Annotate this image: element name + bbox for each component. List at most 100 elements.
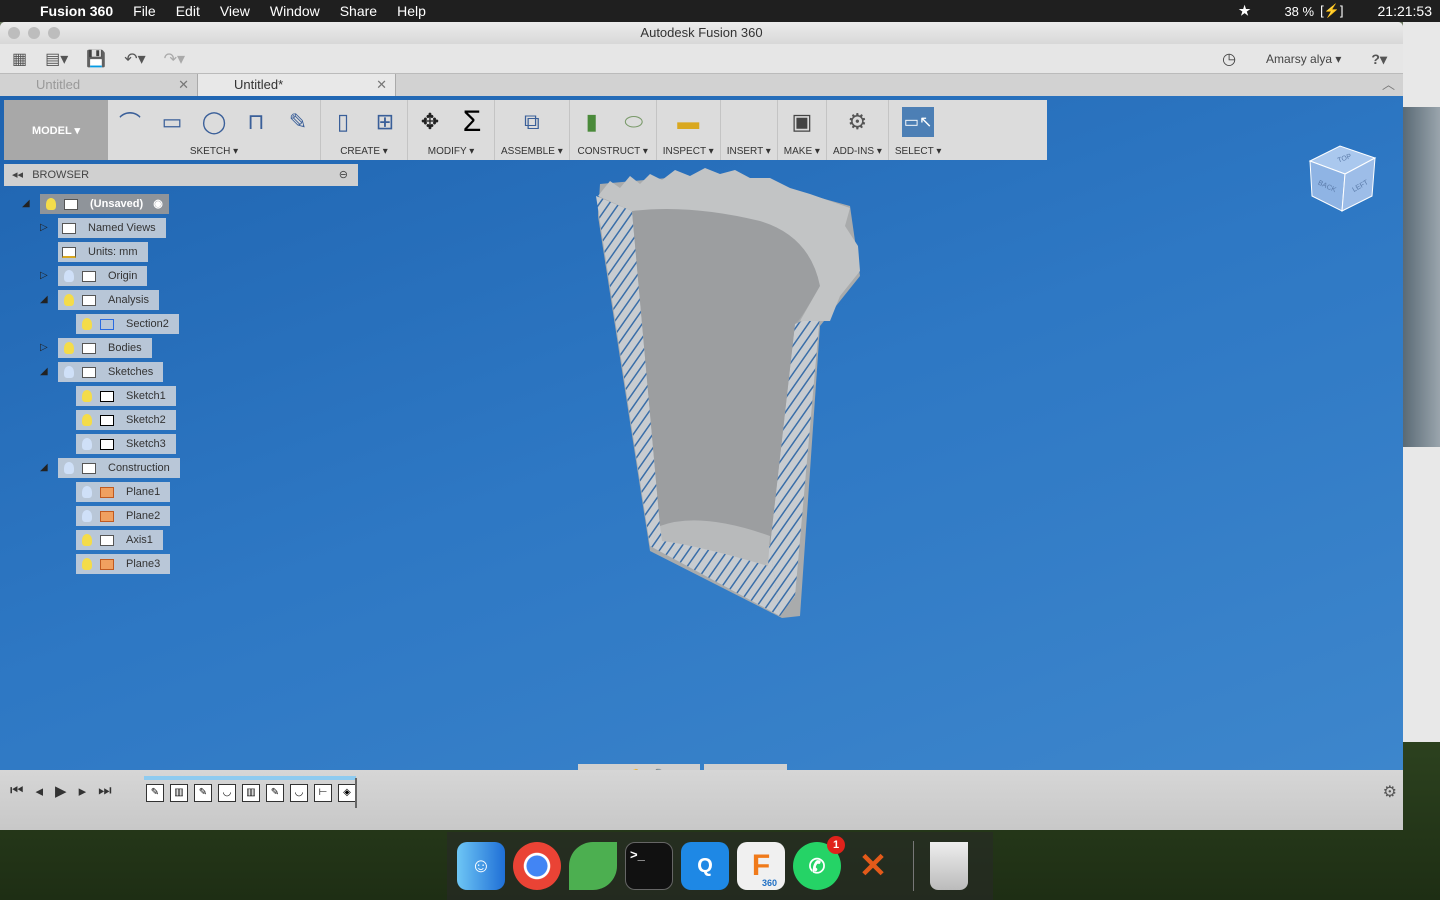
- go-to-start-icon[interactable]: ⏮: [10, 782, 24, 800]
- visibility-bulb-icon[interactable]: [82, 486, 92, 498]
- help-icon[interactable]: ?▾: [1371, 51, 1387, 68]
- select-group[interactable]: ▭↖ SELECT ▾: [889, 100, 948, 160]
- timeline-axis-icon[interactable]: ⊢: [314, 784, 332, 802]
- timeline-revolve-icon[interactable]: ◡: [218, 784, 236, 802]
- inspect-menu[interactable]: INSPECT ▾: [663, 146, 714, 157]
- tree-construction[interactable]: Construction: [58, 458, 180, 478]
- collapse-browser-icon[interactable]: ⊖: [339, 164, 348, 186]
- tab-untitled[interactable]: Untitled ✕: [0, 74, 198, 96]
- tree-named-views[interactable]: Named Views: [58, 218, 166, 238]
- tree-bodies[interactable]: Bodies: [58, 338, 152, 358]
- data-panel-grid-icon[interactable]: ▦: [12, 49, 27, 69]
- tab-untitled-active[interactable]: Untitled* ✕: [198, 74, 396, 96]
- 3d-print-icon[interactable]: ▣: [786, 107, 818, 137]
- construct-menu[interactable]: CONSTRUCT ▾: [578, 146, 648, 157]
- chrome-icon[interactable]: [513, 842, 561, 890]
- timeline-sketch-icon[interactable]: ✎: [266, 784, 284, 802]
- tree-units[interactable]: Units: mm: [58, 242, 148, 262]
- sketch-group[interactable]: ⌒ ▭ ◯ ⊓ ✎ SKETCH ▾: [108, 100, 321, 160]
- sigma-icon[interactable]: Σ: [456, 105, 488, 138]
- measure-icon[interactable]: ▬: [672, 107, 704, 137]
- tree-analysis[interactable]: Analysis: [58, 290, 159, 310]
- q-app-icon[interactable]: Q: [681, 842, 729, 890]
- user-menu[interactable]: Amarsy alya ▾: [1266, 52, 1341, 66]
- visibility-bulb-icon[interactable]: [64, 366, 74, 378]
- timeline-sketch-icon[interactable]: ✎: [146, 784, 164, 802]
- collapse-triangle-icon[interactable]: ◢: [40, 366, 48, 377]
- expand-triangle-icon[interactable]: ▷: [40, 222, 48, 233]
- battery-icon[interactable]: [⚡]: [1320, 3, 1343, 19]
- offset-icon[interactable]: ⊓: [240, 107, 272, 137]
- save-icon[interactable]: 💾: [86, 49, 106, 69]
- file-menu-icon[interactable]: ▤▾: [45, 49, 68, 69]
- scripts-icon[interactable]: ⚙: [841, 107, 873, 137]
- tree-plane3[interactable]: Plane3: [76, 554, 171, 574]
- offset-plane-icon[interactable]: ▮: [576, 107, 608, 137]
- rectangle-icon[interactable]: ▭: [156, 107, 188, 137]
- go-to-end-icon[interactable]: ⏭: [98, 782, 112, 800]
- menu-view[interactable]: View: [220, 3, 250, 19]
- modify-menu[interactable]: MODIFY ▾: [428, 146, 475, 157]
- whatsapp-icon[interactable]: ✆ 1: [793, 836, 845, 890]
- timeline-sketch-icon[interactable]: ✎: [194, 784, 212, 802]
- menu-help[interactable]: Help: [397, 3, 426, 19]
- addins-group[interactable]: ⚙ ADD-INS ▾: [827, 100, 889, 160]
- visibility-bulb-icon[interactable]: [64, 342, 74, 354]
- redo-icon[interactable]: ↷▾: [164, 49, 185, 69]
- finder-icon[interactable]: ☺: [457, 842, 505, 890]
- timeline-plane-icon[interactable]: ▥: [170, 784, 188, 802]
- timeline-settings-gear-icon[interactable]: ⚙: [1383, 782, 1397, 802]
- visibility-bulb-icon[interactable]: [82, 438, 92, 450]
- insert-menu[interactable]: INSERT ▾: [727, 146, 771, 157]
- expand-triangle-icon[interactable]: ▷: [40, 270, 48, 281]
- terminal-icon[interactable]: >_: [625, 842, 673, 890]
- extrude-icon[interactable]: ▯: [327, 107, 359, 137]
- viewcube[interactable]: TOP BACK LEFT: [1300, 136, 1390, 226]
- zoom-button[interactable]: [48, 27, 60, 39]
- line-icon[interactable]: ⌒: [114, 107, 146, 137]
- undo-icon[interactable]: ↶▾: [124, 49, 145, 69]
- leaf-app-icon[interactable]: [569, 842, 617, 890]
- make-group[interactable]: ▣ MAKE ▾: [778, 100, 827, 160]
- construct-group[interactable]: ▮ ⬭ CONSTRUCT ▾: [570, 100, 657, 160]
- minimize-button[interactable]: [28, 27, 40, 39]
- timeline-marker[interactable]: [355, 778, 357, 808]
- tree-root[interactable]: (Unsaved) ◉: [40, 194, 169, 214]
- visibility-bulb-icon[interactable]: [64, 462, 74, 474]
- play-icon[interactable]: ▶: [55, 782, 67, 800]
- visibility-bulb-icon[interactable]: [46, 198, 56, 210]
- timeline-revolve-icon[interactable]: ◡: [290, 784, 308, 802]
- close-window-button[interactable]: [8, 27, 20, 39]
- tree-sketch3[interactable]: Sketch3: [76, 434, 176, 454]
- expand-triangle-icon[interactable]: ◢: [22, 198, 30, 209]
- 3d-model-section[interactable]: [0, 96, 1403, 770]
- tree-plane1[interactable]: Plane1: [76, 482, 171, 502]
- canvas-viewport[interactable]: MODEL ▾ ⌒ ▭ ◯ ⊓ ✎ SKETCH ▾ ▯ ⊞ CREATE ▾ ✥ Σ MODIF…: [0, 96, 1403, 788]
- menu-window[interactable]: Window: [270, 3, 320, 19]
- tree-plane2[interactable]: Plane2: [76, 506, 171, 526]
- insert-group[interactable]: INSERT ▾: [721, 100, 778, 160]
- step-forward-icon[interactable]: ▸: [79, 782, 87, 800]
- visibility-bulb-icon[interactable]: [82, 534, 92, 546]
- assemble-menu[interactable]: ASSEMBLE ▾: [501, 146, 563, 157]
- timeline-track[interactable]: [144, 776, 356, 780]
- select-icon[interactable]: ▭↖: [902, 107, 935, 137]
- visibility-bulb-icon[interactable]: [82, 510, 92, 522]
- trash-icon[interactable]: [930, 842, 968, 890]
- make-menu[interactable]: MAKE ▾: [784, 146, 820, 157]
- circle-icon[interactable]: ◯: [198, 107, 230, 137]
- addins-menu[interactable]: ADD-INS ▾: [833, 146, 882, 157]
- close-tab-icon[interactable]: ✕: [178, 74, 189, 96]
- modify-group[interactable]: ✥ Σ MODIFY ▾: [408, 100, 495, 160]
- visibility-bulb-icon[interactable]: [82, 318, 92, 330]
- step-back-icon[interactable]: ◂: [36, 782, 44, 800]
- activate-radio-icon[interactable]: ◉: [153, 194, 169, 214]
- sketch-menu[interactable]: SKETCH ▾: [190, 146, 238, 157]
- collapse-triangle-icon[interactable]: ◢: [40, 462, 48, 473]
- create-group[interactable]: ▯ ⊞ CREATE ▾: [321, 100, 408, 160]
- timeline-section-icon[interactable]: ◈: [338, 784, 356, 802]
- visibility-bulb-icon[interactable]: [64, 294, 74, 306]
- x-app-icon[interactable]: ✕: [849, 842, 897, 890]
- menu-share[interactable]: Share: [340, 3, 377, 19]
- menu-edit[interactable]: Edit: [176, 3, 200, 19]
